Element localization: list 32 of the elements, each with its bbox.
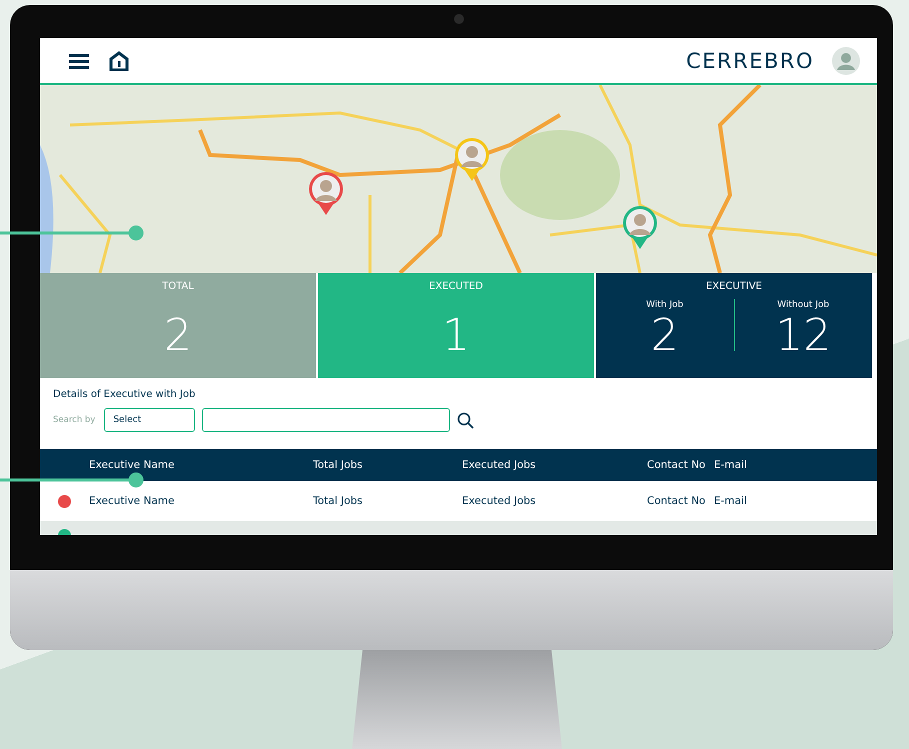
stat-label: EXECUTED — [429, 281, 483, 292]
select-field[interactable]: Select — [104, 408, 196, 432]
logo: CERREBRO — [686, 48, 814, 72]
section-title: Details of Executive with Job — [53, 389, 196, 400]
stat-label: EXECUTIVE — [706, 281, 762, 292]
table-cell-text: Executed Jobs — [462, 495, 537, 507]
stat-label: TOTAL — [162, 281, 194, 292]
map-pin[interactable] — [622, 205, 658, 249]
column-header: Contact No — [647, 459, 706, 471]
map-pin[interactable] — [454, 137, 490, 181]
stat-label: With Job — [646, 300, 684, 310]
column-header: Total Jobs — [313, 459, 364, 471]
table-cell-text: Contact No — [647, 495, 706, 507]
column-header: Executed Jobs — [462, 459, 537, 471]
map-pin[interactable] — [308, 171, 344, 215]
table-cell-text: Executive Name — [89, 495, 176, 507]
search-icon[interactable] — [457, 412, 474, 428]
stat-value: 12 — [775, 314, 832, 358]
table-cell-text: E-mail — [714, 495, 748, 507]
home-icon[interactable] — [109, 50, 129, 70]
avatar-icon[interactable] — [832, 46, 860, 74]
column-header: E-mail — [714, 459, 748, 471]
table-cell-text: Total Jobs — [313, 495, 364, 507]
stat-value: 1 — [442, 314, 470, 358]
stat-label: Without Job — [777, 300, 830, 310]
menu-icon[interactable] — [69, 52, 89, 68]
camera-icon — [454, 14, 464, 24]
search-label: Search by — [53, 415, 96, 425]
stat-value: 2 — [650, 314, 679, 358]
column-header: Executive Name — [89, 459, 176, 471]
search-field[interactable] — [202, 408, 450, 432]
stat-value: 2 — [164, 314, 192, 358]
